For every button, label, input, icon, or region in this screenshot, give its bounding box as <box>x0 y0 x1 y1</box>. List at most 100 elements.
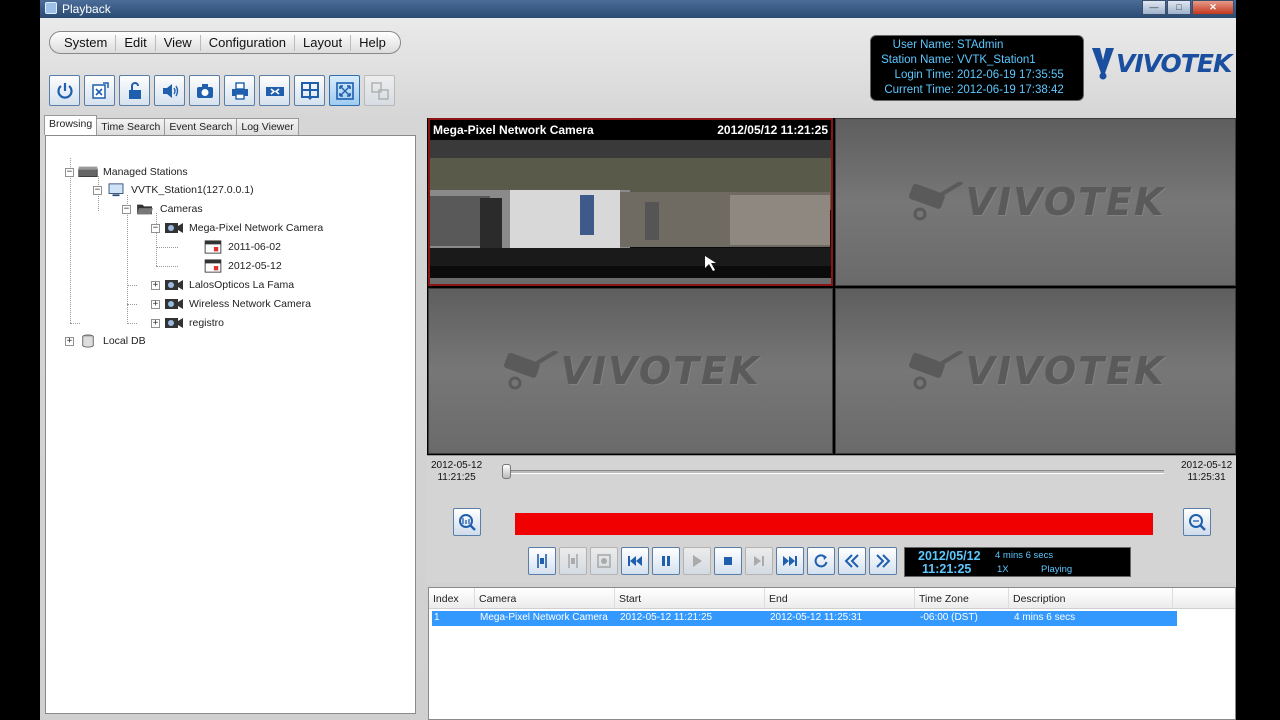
menu-layout[interactable]: Layout <box>295 34 352 51</box>
layout-button[interactable] <box>294 75 325 106</box>
tree-node-camera-lalos[interactable]: + LalosOpticos La Fama <box>151 276 294 294</box>
station-name-value: VVTK_Station1 <box>957 54 1036 66</box>
video-cell-2[interactable]: VIVOTEK <box>835 118 1236 286</box>
menu-view[interactable]: View <box>156 34 201 51</box>
camera-icon <box>165 280 183 290</box>
tree-label: Mega-Pixel Network Camera <box>189 222 324 234</box>
tab-browsing[interactable]: Browsing <box>44 115 98 135</box>
watermark-text: VIVOTEK <box>560 349 761 393</box>
stop-button[interactable] <box>714 547 742 575</box>
camera-icon <box>165 318 183 328</box>
audio-button[interactable] <box>154 75 185 106</box>
next-frame-button[interactable] <box>745 547 773 575</box>
export-clip-button[interactable] <box>590 547 618 575</box>
timeline-start: 2012-05-12 11:21:25 <box>431 460 482 484</box>
login-time-label: Login Time: <box>894 69 954 81</box>
menu-system[interactable]: System <box>56 34 117 51</box>
column-header-description[interactable]: Description <box>1009 588 1173 608</box>
loop-button[interactable] <box>807 547 835 575</box>
collapse-icon[interactable]: − <box>65 167 74 177</box>
go-to-end-button[interactable] <box>776 547 804 575</box>
slower-button[interactable] <box>838 547 866 575</box>
minimize-button[interactable]: — <box>1142 0 1166 15</box>
menu-help[interactable]: Help <box>351 35 394 51</box>
print-button[interactable] <box>224 75 255 106</box>
camera-watermark-icon <box>908 351 963 390</box>
export-excel-icon <box>91 81 109 99</box>
camera-timestamp: 2012/05/12 11:21:25 <box>717 123 828 137</box>
snapshot-button[interactable] <box>189 75 220 106</box>
table-header: Index Camera Start End Time Zone Descrip… <box>429 588 1235 609</box>
expand-icon[interactable]: + <box>151 280 160 290</box>
power-button[interactable] <box>49 75 80 106</box>
zoom-out-timeline-button[interactable] <box>453 508 481 536</box>
playback-controls <box>528 547 897 575</box>
skip-end-icon <box>783 556 797 566</box>
pause-button[interactable] <box>652 547 680 575</box>
unlock-button[interactable] <box>119 75 150 106</box>
tree-node-date-2012-05-12[interactable]: 2012-05-12 <box>203 257 282 275</box>
table-row[interactable]: 1 Mega-Pixel Network Camera 2012-05-12 1… <box>432 611 1177 626</box>
pause-icon <box>662 556 670 566</box>
cell-index: 1 <box>434 612 440 623</box>
timeline-slider-thumb[interactable] <box>502 464 511 479</box>
playback-state: Playing <box>1041 564 1073 575</box>
close-button[interactable]: ✕ <box>1192 0 1234 15</box>
camera-feed-image <box>430 140 831 278</box>
video-cell-1[interactable]: Mega-Pixel Network Camera 2012/05/12 11:… <box>428 118 833 286</box>
column-header-camera[interactable]: Camera <box>475 588 615 608</box>
play-button[interactable] <box>683 547 711 575</box>
video-cell-4[interactable]: VIVOTEK <box>835 288 1236 454</box>
tree-node-camera-registro[interactable]: + registro <box>151 314 224 332</box>
tree-node-camera-megapixel[interactable]: − Mega-Pixel Network Camera <box>151 219 323 237</box>
unlock-icon <box>128 81 141 99</box>
camera-icon <box>165 223 183 233</box>
mark-out-button[interactable] <box>559 547 587 575</box>
timeline-end-time: 11:25:31 <box>1187 472 1226 483</box>
expand-icon[interactable]: + <box>151 318 160 328</box>
expand-icon[interactable]: + <box>65 336 74 346</box>
column-header-time-zone[interactable]: Time Zone <box>915 588 1009 608</box>
faster-button[interactable] <box>869 547 897 575</box>
skip-start-icon <box>628 556 642 566</box>
vivotek-logo: VIVOTEK <box>1090 46 1232 80</box>
menu-configuration[interactable]: Configuration <box>201 34 296 51</box>
loop-icon <box>814 554 828 568</box>
camera-watermark-icon <box>503 351 558 390</box>
expand-icon[interactable]: + <box>151 299 160 309</box>
printer-icon <box>231 81 248 100</box>
tab-event-search[interactable]: Event Search <box>164 118 238 135</box>
tree-node-date-2011-06-02[interactable]: 2011-06-02 <box>203 238 281 256</box>
tab-log-viewer[interactable]: Log Viewer <box>236 118 299 135</box>
layout-grid-icon <box>300 81 319 100</box>
timeline-slider-track[interactable] <box>504 470 1164 474</box>
tree-node-station[interactable]: − VVTK_Station1(127.0.0.1) <box>93 181 254 199</box>
brand-name: VIVOTEK <box>1116 48 1232 78</box>
recording-range-bar[interactable] <box>515 513 1153 535</box>
zoom-in-timeline-button[interactable] <box>1183 508 1211 536</box>
go-to-start-button[interactable] <box>621 547 649 575</box>
tree-node-camera-wireless[interactable]: + Wireless Network Camera <box>151 295 311 313</box>
column-header-index[interactable]: Index <box>429 588 475 608</box>
column-header-end[interactable]: End <box>765 588 915 608</box>
multi-window-icon <box>370 81 389 100</box>
tab-time-search[interactable]: Time Search <box>96 118 166 135</box>
mark-in-button[interactable] <box>528 547 556 575</box>
fullscreen-button[interactable] <box>329 75 360 106</box>
column-header-start[interactable]: Start <box>615 588 765 608</box>
collapse-icon[interactable]: − <box>151 223 160 233</box>
export-button[interactable] <box>84 75 115 106</box>
menu-edit[interactable]: Edit <box>116 34 156 51</box>
power-icon <box>56 82 73 99</box>
multi-window-button[interactable] <box>364 75 395 106</box>
collapse-icon[interactable]: − <box>93 185 102 195</box>
tree-label: 2012-05-12 <box>228 260 282 272</box>
video-cell-3[interactable]: VIVOTEK <box>428 288 833 454</box>
tree-node-managed-stations[interactable]: − Managed Stations <box>65 163 188 181</box>
tree-node-local-db[interactable]: + Local DB <box>65 332 146 350</box>
tree-node-cameras[interactable]: − Cameras <box>122 200 203 218</box>
collapse-icon[interactable]: − <box>122 204 131 214</box>
sync-button[interactable] <box>259 75 290 106</box>
maximize-button[interactable]: □ <box>1167 0 1191 15</box>
search-results-table: Index Camera Start End Time Zone Descrip… <box>428 587 1236 720</box>
